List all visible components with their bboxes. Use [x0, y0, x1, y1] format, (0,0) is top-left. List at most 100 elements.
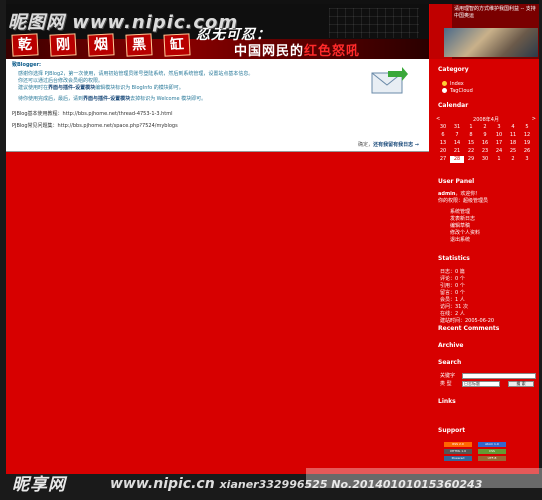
stat-members: 会员：1 人 [440, 297, 465, 303]
calendar-day[interactable]: 20 [436, 148, 450, 155]
calendar-day[interactable]: 14 [450, 140, 464, 147]
settings-module-link-1[interactable]: 界面与插件-设置模块 [48, 85, 95, 91]
user-link-new-post[interactable]: 发表新日志 [450, 216, 475, 222]
stat-online: 在线：2 人 [440, 311, 465, 317]
rss-badge[interactable]: RSS 2.0 [444, 442, 472, 447]
statistics-title: Statistics [438, 255, 470, 262]
calendar-day[interactable]: 26 [520, 148, 534, 155]
calendar-day[interactable]: 17 [492, 140, 506, 147]
para3-suffix: 编辑模块标识为 BlogInfo 的模块即可。 [95, 85, 184, 91]
stat-visits: 访问：31 次 [440, 304, 468, 310]
calendar-day[interactable]: 23 [478, 148, 492, 155]
content-area [6, 152, 429, 474]
calendar-day[interactable]: 16 [478, 140, 492, 147]
calendar-day[interactable]: 3 [520, 156, 534, 163]
banner-seal-1: 乾 [11, 33, 39, 57]
welcome-paragraph-4: 待你使用完成后，最后，请到界面与插件-设置模块去掉标识为 Welcome 模块即… [18, 96, 358, 103]
view-log-link[interactable]: 还有我留有我日志 → [373, 142, 419, 148]
watermark-id-text: xianer332996525 No.20140101015360243 [219, 478, 483, 491]
calendar-day[interactable]: 13 [436, 140, 450, 147]
xhtml-badge[interactable]: XHTML 1.0 [444, 449, 472, 454]
user-link-logout[interactable]: 退出系统 [450, 237, 470, 243]
calendar-title: Calendar [438, 102, 469, 109]
header-photo-panel: 请用理智的方式维护我国利益 -- 支持中国奥运 [430, 4, 539, 59]
category-tagcloud[interactable]: TagCloud [450, 88, 473, 94]
category-index[interactable]: Index [450, 81, 464, 87]
calendar-widget: < 2008年4月 > 30 31 1 2 3 4 5 6 7 8 9 10 11 12 13 14 15 16 1… [436, 116, 536, 163]
links-title: Links [438, 398, 456, 405]
calendar-day[interactable]: 31 [450, 124, 464, 131]
calendar-day[interactable]: 30 [436, 124, 450, 131]
user-link-profile[interactable]: 修改个人资料 [450, 230, 480, 236]
banner-title-highlight: 红色怒吼 [304, 44, 361, 59]
user-role: 你的权限：超级管理员 [438, 198, 489, 204]
user-link-admin[interactable]: 系统管理 [450, 209, 470, 215]
calendar-month: 2008年4月 [473, 117, 499, 123]
calendar-day[interactable]: 4 [506, 124, 520, 131]
tutorial-link[interactable]: PJBlog基本使用教程：http://bbs.pjhome.net/threa… [12, 110, 173, 117]
para4-suffix: 去掉标识为 Welcome 模块即可。 [130, 96, 207, 102]
category-title: Category [438, 66, 469, 73]
user-welcome: ，欢迎你！ [455, 191, 481, 197]
calendar-day[interactable]: 8 [464, 132, 478, 139]
calendar-day[interactable]: 11 [506, 132, 520, 139]
css-badge[interactable]: CSS [478, 449, 506, 454]
calendar-day[interactable]: 6 [436, 132, 450, 139]
calendar-day[interactable]: 7 [450, 132, 464, 139]
user-name: admin [438, 191, 456, 197]
calendar-day[interactable]: 15 [464, 140, 478, 147]
calendar-day[interactable]: 22 [464, 148, 478, 155]
calendar-day[interactable]: 27 [436, 156, 450, 163]
watermark-top: 昵图网 www.nipic.com [8, 12, 239, 33]
tag-icon [442, 88, 447, 93]
search-type-select[interactable]: 日志标题 [462, 381, 500, 387]
atom-badge[interactable]: Atom 1.0 [478, 442, 506, 447]
banner-title-line2: 中国网民的红色怒吼 [234, 40, 360, 59]
news-photo[interactable] [444, 28, 538, 57]
welcome-content-box: 致Blogger: 感谢你选择 PJBlog2，第一次使用，请用初始管理员账号登… [6, 59, 429, 152]
calendar-day[interactable]: 24 [492, 148, 506, 155]
calendar-day[interactable]: 10 [492, 132, 506, 139]
banner-title-prefix: 中国网民的 [234, 44, 305, 59]
search-keyword-input[interactable] [462, 373, 536, 379]
calendar-prev-button[interactable]: < [436, 116, 440, 122]
photo-caption: 请用理智的方式维护我国利益 -- 支持中国奥运 [454, 6, 536, 19]
sidebar: Category Index TagCloud Calendar < 2008年… [430, 59, 539, 474]
user-link-drafts[interactable]: 编辑草稿 [450, 223, 470, 229]
watermark-bottom-url: www.nipic.cn xianer332996525 No.20140101… [110, 476, 482, 492]
calendar-day[interactable]: 28 [450, 156, 464, 163]
calendar-day[interactable]: 29 [464, 156, 478, 163]
stat-messages: 留言：0 个 [440, 290, 465, 296]
calendar-next-button[interactable]: > [532, 116, 536, 122]
calendar-day[interactable]: 25 [506, 148, 520, 155]
welcome-paragraph-1: 感谢你选择 PJBlog2，第一次使用，请用初始管理员账号登陆系统，然后到系统管… [18, 71, 254, 77]
utf8-badge[interactable]: UTF-8 [478, 456, 506, 461]
recent-comments-title: Recent Comments [438, 325, 500, 332]
faq-link[interactable]: PJBlog常见问题集：http://bbs.pjhome.net/space.… [12, 122, 178, 129]
search-type-label: 类 型 [440, 381, 452, 387]
banner-seal-4: 黑 [125, 33, 153, 57]
calendar-day[interactable]: 18 [506, 140, 520, 147]
calendar-day[interactable]: 30 [478, 156, 492, 163]
banner-pattern [329, 8, 419, 38]
calendar-day[interactable]: 19 [520, 140, 534, 147]
calendar-day[interactable]: 5 [520, 124, 534, 131]
calendar-day[interactable]: 12 [520, 132, 534, 139]
banner-seal-3: 烟 [87, 33, 115, 57]
search-button[interactable]: 搜 索 [508, 381, 534, 387]
stat-comments: 评论：0 个 [440, 276, 465, 282]
para3-prefix: 建议使用时在 [18, 85, 49, 91]
calendar-day[interactable]: 9 [478, 132, 492, 139]
calendar-day[interactable]: 2 [478, 124, 492, 131]
search-title: Search [438, 359, 462, 366]
calendar-day[interactable]: 2 [506, 156, 520, 163]
calendar-day[interactable]: 1 [464, 124, 478, 131]
calendar-days: 30 31 1 2 3 4 5 6 7 8 9 10 11 12 13 14 15 16 17 18 19 20 21 22 2… [436, 124, 536, 163]
envelope-icon [371, 67, 408, 94]
powered-badge[interactable]: Powered [444, 456, 472, 461]
main-footer: 确定，还有我留有我日志 → [358, 141, 419, 148]
settings-module-link-2[interactable]: 界面与插件-设置模块 [83, 96, 130, 102]
calendar-day[interactable]: 21 [450, 148, 464, 155]
calendar-day[interactable]: 3 [492, 124, 506, 131]
calendar-day[interactable]: 1 [492, 156, 506, 163]
